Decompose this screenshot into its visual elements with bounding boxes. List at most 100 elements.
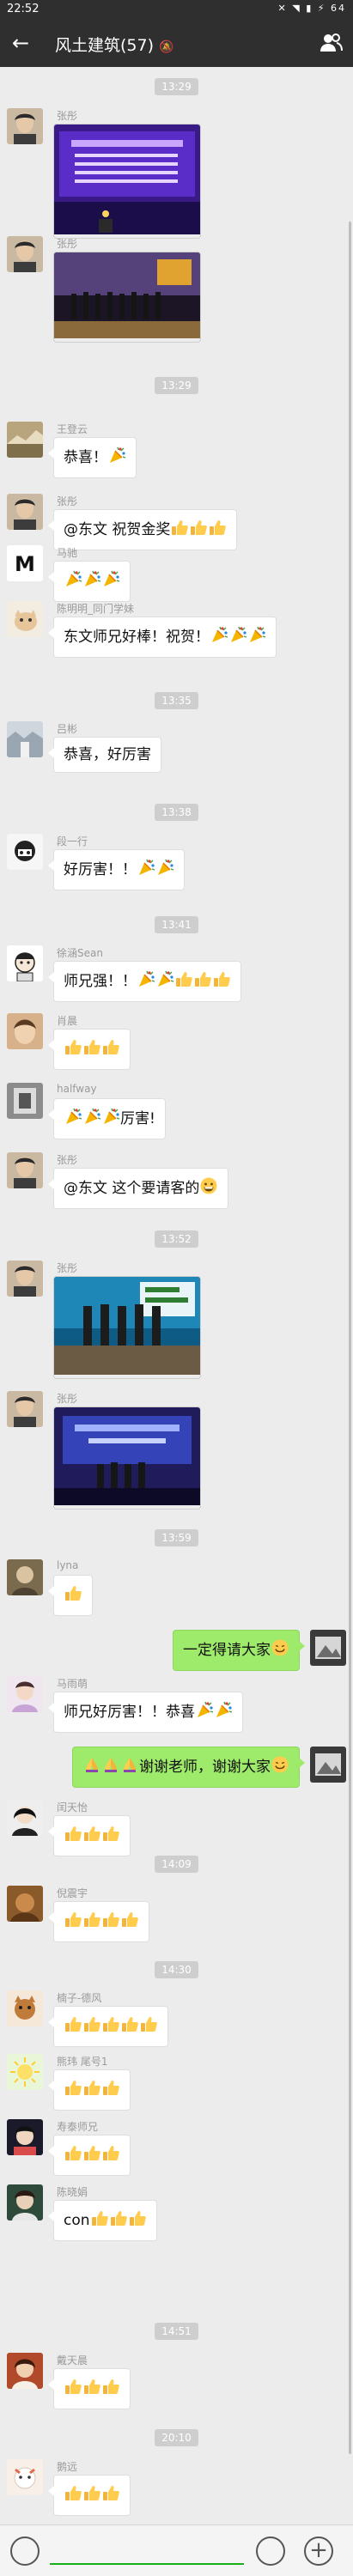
- message-bubble[interactable]: 好厉害！！: [48, 849, 185, 890]
- timestamp: 13:38: [0, 803, 353, 821]
- signal-icon: ▮: [306, 3, 313, 14]
- sender-name: 鹅远: [57, 2461, 78, 2473]
- message-bubble[interactable]: 一定得请大家: [173, 1630, 305, 1671]
- thumbs-up-icon: [82, 1910, 101, 1934]
- message-bubble[interactable]: [48, 2368, 131, 2409]
- avatar[interactable]: [7, 1152, 43, 1188]
- avatar[interactable]: [7, 236, 43, 272]
- sender-name: 徐涵Sean: [57, 947, 103, 959]
- timestamp: 14:51: [0, 2322, 353, 2340]
- message-bubble[interactable]: 厉害!: [48, 1098, 166, 1139]
- image-message[interactable]: [53, 1276, 201, 1379]
- image-message[interactable]: [53, 252, 201, 343]
- message-bubble[interactable]: 恭喜！: [48, 437, 137, 478]
- thumbs-up-icon: [189, 518, 208, 542]
- plus-icon[interactable]: +: [304, 2537, 333, 2566]
- party-popper-icon: [64, 1107, 82, 1131]
- message-bubble[interactable]: [48, 2069, 131, 2111]
- my-avatar[interactable]: [310, 1747, 346, 1783]
- timestamp: 20:10: [0, 2428, 353, 2446]
- voice-input-icon[interactable]: [10, 2537, 40, 2566]
- back-arrow-icon[interactable]: ←: [12, 29, 38, 57]
- avatar[interactable]: [7, 1990, 43, 2026]
- party-popper-icon: [82, 1107, 101, 1131]
- avatar[interactable]: [7, 2119, 43, 2155]
- message-bubble[interactable]: [48, 561, 131, 602]
- chat-area[interactable]: 13:29 13:29 13:35 13:38 13:41 13:52 13:5…: [0, 67, 353, 2523]
- message-bubble[interactable]: [48, 2475, 131, 2516]
- status-icons: ✕ ◥ ▮ ⚡ 64: [278, 3, 346, 14]
- thumbs-up-icon: [101, 2078, 120, 2102]
- message-bubble[interactable]: 谢谢老师，谢谢大家: [72, 1747, 305, 1788]
- message-bubble[interactable]: [48, 2006, 168, 2047]
- message-bubble[interactable]: 恭喜，好厉害: [48, 737, 161, 773]
- avatar[interactable]: [7, 1013, 43, 1049]
- message-bubble[interactable]: [48, 2135, 131, 2176]
- sender-name: lyna: [57, 1559, 79, 1571]
- avatar[interactable]: [7, 1261, 43, 1297]
- avatar[interactable]: [7, 422, 43, 458]
- timestamp: 14:30: [0, 1960, 353, 1978]
- message-bubble[interactable]: @东文 祝贺金奖: [47, 509, 238, 550]
- party-popper-icon: [155, 858, 174, 882]
- input-bar: +: [0, 2524, 353, 2576]
- message-bubble[interactable]: 师兄强！！: [48, 961, 241, 1002]
- avatar[interactable]: [7, 1800, 43, 1836]
- message-bubble[interactable]: 师兄好厉害！！恭喜: [48, 1692, 243, 1733]
- avatar[interactable]: [7, 2184, 43, 2221]
- party-popper-icon: [137, 969, 155, 993]
- thumbs-up-icon: [64, 2143, 82, 2167]
- message-bubble[interactable]: [48, 1815, 131, 1856]
- battery-level: 64: [331, 3, 346, 14]
- party-popper-icon: [195, 1700, 214, 1724]
- avatar[interactable]: [7, 494, 43, 530]
- chat-title: 风土建筑(57) 🔕: [55, 33, 173, 56]
- wifi-icon: ◥: [292, 3, 301, 14]
- avatar[interactable]: [7, 834, 43, 870]
- sender-name: 陈明明_同门学妹: [57, 603, 135, 615]
- party-popper-icon: [101, 1107, 120, 1131]
- avatar[interactable]: [7, 2353, 43, 2389]
- message-bubble[interactable]: con: [48, 2200, 157, 2241]
- thumbs-up-icon: [139, 2014, 158, 2038]
- message-input[interactable]: [50, 2537, 244, 2565]
- emoji-icon[interactable]: [256, 2537, 285, 2566]
- my-avatar[interactable]: [310, 1630, 346, 1666]
- thumbs-up-icon: [101, 2377, 120, 2401]
- message-bubble[interactable]: @东文 这个要请客的: [47, 1168, 229, 1209]
- avatar[interactable]: [7, 2459, 43, 2495]
- avatar[interactable]: [7, 1083, 43, 1119]
- timestamp: 13:41: [0, 915, 353, 933]
- timestamp: 13:29: [0, 77, 353, 95]
- avatar[interactable]: [7, 721, 43, 757]
- party-popper-icon: [214, 1700, 233, 1724]
- avatar[interactable]: [7, 1676, 43, 1712]
- scrollbar[interactable]: [349, 222, 351, 2454]
- avatar[interactable]: [7, 1391, 43, 1427]
- message-bubble[interactable]: [48, 1575, 93, 1616]
- battery-icon: ⚡: [317, 3, 326, 14]
- image-message[interactable]: [53, 124, 201, 239]
- avatar[interactable]: [7, 1559, 43, 1595]
- avatar[interactable]: [7, 2054, 43, 2090]
- thumbs-up-icon: [82, 1037, 101, 1061]
- message-bubble[interactable]: [48, 1029, 131, 1070]
- thumbs-up-icon: [120, 1910, 139, 1934]
- image-message[interactable]: [53, 1406, 201, 1510]
- party-popper-icon: [228, 625, 247, 649]
- avatar[interactable]: M: [7, 545, 43, 581]
- sender-name: 马驰: [57, 547, 78, 559]
- avatar[interactable]: [7, 601, 43, 637]
- group-members-icon[interactable]: [319, 31, 343, 55]
- avatar[interactable]: [7, 945, 43, 981]
- message-bubble[interactable]: [48, 1901, 149, 1942]
- sender-name: 寿泰师兄: [57, 2121, 99, 2133]
- thumbs-up-icon: [82, 2014, 101, 2038]
- pray-icon: [120, 1755, 139, 1779]
- timestamp: 13:29: [0, 376, 353, 394]
- thumbs-up-icon: [101, 2014, 120, 2038]
- avatar[interactable]: [7, 108, 43, 144]
- avatar[interactable]: [7, 1886, 43, 1922]
- chat-header: ← 风土建筑(57) 🔕: [0, 19, 353, 67]
- message-bubble[interactable]: 东文师兄好棒！祝贺！: [48, 617, 277, 658]
